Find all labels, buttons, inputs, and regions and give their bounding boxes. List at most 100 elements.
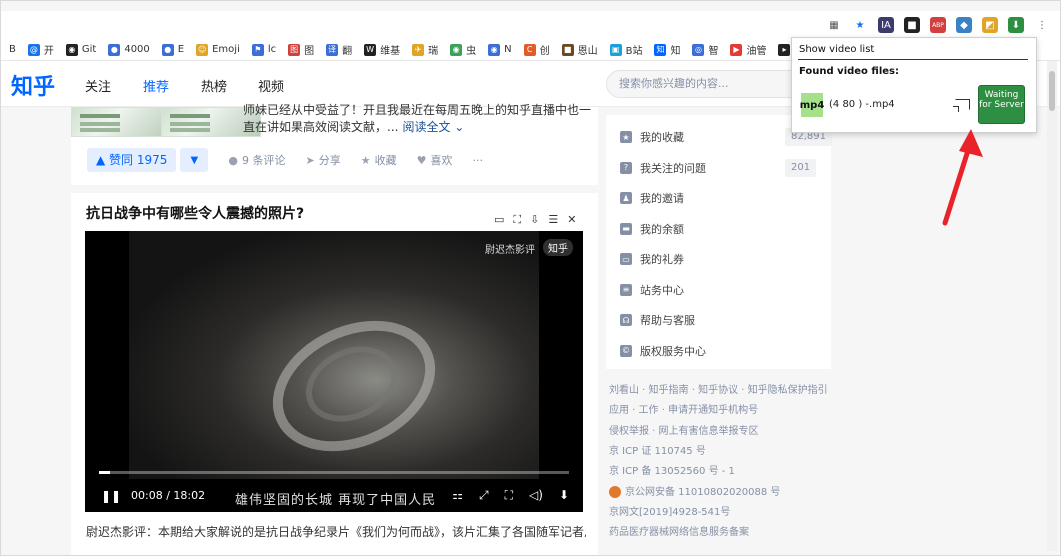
share-button[interactable]: ➤ 分享 — [306, 152, 341, 168]
bookmark-icon: ▣ — [609, 43, 622, 56]
bookmark-label: 瑞 — [428, 46, 439, 57]
bookmark-item[interactable]: ⚑ lc — [251, 43, 276, 56]
star-icon[interactable]: ★ — [852, 17, 868, 33]
sidebar-item[interactable]: © 版权服务中心 — [620, 341, 706, 361]
tab-video[interactable]: 视频 — [258, 76, 284, 95]
video-watermark: 尉迟杰影评 — [485, 245, 535, 256]
footer-link-text: 药品医疗器械网络信息服务备案 — [609, 527, 749, 539]
bookmark-item[interactable]: C创 — [523, 42, 550, 57]
abp-icon[interactable]: ABP — [930, 17, 946, 33]
bookmark-item[interactable]: B — [9, 44, 16, 55]
bookmark-item[interactable]: ◉ Git — [65, 43, 96, 56]
bookmark-item[interactable]: W 维基 — [364, 42, 400, 57]
ia-extension-icon[interactable]: IA — [878, 17, 894, 33]
bookmark-item[interactable]: ● E — [161, 43, 184, 56]
sidebar-item[interactable]: ≡ 站务中心 — [620, 280, 684, 300]
bookmark-item[interactable]: ◉ 虫 — [450, 42, 476, 57]
footer-link-text: 京网文[2019]4928-541号 — [609, 506, 731, 518]
bookmark-item[interactable]: ▶ 油管 — [730, 42, 766, 57]
downvote-button[interactable]: ▼ — [180, 148, 209, 172]
bookmark-item[interactable]: 译翻 — [326, 42, 352, 57]
like-button[interactable]: ♥ 喜欢 — [417, 152, 453, 168]
read-more-link[interactable]: 阅读全文 ⌄ — [402, 120, 464, 134]
sidebar-item[interactable]: ? 我关注的问题 — [620, 158, 706, 178]
bookmark-label: 图 — [304, 46, 315, 57]
cast-icon[interactable] — [953, 99, 970, 112]
close-icon[interactable]: ✕ — [567, 213, 576, 227]
footer-link-line[interactable]: 药品医疗器械网络信息服务备案 — [609, 523, 749, 538]
extension-b-icon[interactable]: ◩ — [982, 17, 998, 33]
bookmark-label: 开 — [43, 46, 54, 57]
scrollbar-thumb[interactable] — [1049, 71, 1055, 111]
bookmark-item[interactable]: ▣ B站 — [609, 42, 642, 57]
answer-description: 尉迟杰影评：本期给大家解说的是抗日战争纪录片《我们为何而战》，该片汇集了各国随军… — [86, 525, 586, 539]
video-progress-bar[interactable] — [99, 471, 569, 474]
bookmark-label: B — [9, 44, 16, 55]
pause-icon[interactable]: ❚❚ — [101, 489, 121, 503]
video-control-icons: ⚏ ⤢ ⛶ ◁) ⬇ — [452, 488, 569, 503]
menu-icon[interactable]: ⋮ — [1034, 17, 1050, 33]
zhihu-logo[interactable]: 知乎 — [11, 69, 55, 101]
bookmark-icon: ▸ — [778, 43, 791, 56]
shield-extension-icon[interactable]: ◆ — [956, 17, 972, 33]
answer-thumbnail[interactable] — [71, 107, 171, 137]
video-file-name[interactable]: (4 80 ) -.mp4 — [829, 99, 895, 110]
bookmark-item[interactable]: ■ 恩山 — [561, 42, 598, 57]
video-player[interactable]: 尉迟杰影评 知乎 ❚❚ 00:08 / 18:02 雄伟坚固的长城 再现了中国人… — [85, 231, 583, 512]
picture-in-picture-icon[interactable]: ⚏ — [452, 488, 463, 503]
bookmark-item[interactable]: ☺ Emoji — [196, 43, 240, 56]
footer-link-line[interactable]: 京 ICP 备 13052560 号 - 1 — [609, 462, 735, 477]
fullscreen-icon[interactable]: ⛶ — [513, 213, 521, 227]
comments-button[interactable]: ● 9 条评论 — [228, 152, 285, 168]
collect-label: 收藏 — [374, 154, 397, 167]
bookmark-item[interactable]: 知知 — [654, 42, 680, 57]
found-files-label: Found video files: — [799, 66, 899, 77]
extension-a-icon[interactable]: ■ — [904, 17, 920, 33]
fullscreen-icon[interactable]: ⛶ — [505, 488, 513, 503]
collect-button[interactable]: ★ 收藏 — [361, 152, 397, 168]
bookmark-item[interactable]: @ 开 — [27, 42, 54, 57]
sidebar-item[interactable]: ▬ 我的余额 — [620, 219, 684, 239]
page-scrollbar[interactable] — [1047, 61, 1057, 551]
bookmark-item[interactable]: ◎ 智 — [692, 42, 718, 57]
show-video-list-link[interactable]: Show video list — [799, 44, 874, 55]
star-icon: ★ — [360, 153, 371, 167]
bookmark-item[interactable]: 图图 — [288, 42, 314, 57]
bookmark-label: 智 — [708, 46, 719, 57]
bookmark-item[interactable]: ◉ N — [488, 43, 512, 56]
more-button[interactable]: ··· — [472, 154, 483, 167]
download-icon[interactable]: ⇩ — [530, 213, 539, 227]
list-icon[interactable]: ☰ — [548, 213, 558, 227]
footer-link-line[interactable]: 侵权举报 · 网上有害信息举报专区 — [609, 422, 759, 437]
video-download-icon[interactable]: ⬇ — [1008, 17, 1024, 33]
footer-link-text: 刘看山 · 知乎指南 · 知乎协议 · 知乎隐私保护指引 — [609, 385, 828, 396]
bookmark-label: 创 — [539, 46, 550, 57]
download-icon[interactable]: ⬇ — [559, 488, 569, 503]
sidebar-item[interactable]: ▭ 我的礼券 — [620, 249, 684, 269]
volume-icon[interactable]: ◁) — [529, 488, 543, 503]
answer-actions: ▲ 赞同 1975 ▼ ● 9 条评论 ➤ 分享 ★ 收藏 ♥ 喜欢 ··· — [87, 148, 483, 172]
qr-code-icon[interactable]: ▦ — [826, 17, 842, 33]
footer-link-line[interactable]: 京 ICP 证 110745 号 — [609, 442, 706, 457]
expand-icon[interactable]: ⤢ — [479, 488, 489, 503]
footer-link-line[interactable]: 刘看山 · 知乎指南 · 知乎协议 · 知乎隐私保护指引 — [609, 381, 828, 396]
bookmark-icon: ✈ — [412, 43, 425, 56]
picture-in-picture-icon[interactable]: ▭ — [494, 213, 504, 227]
sidebar-item[interactable]: ♟ 我的邀请 — [620, 188, 684, 208]
tab-recommend[interactable]: 推荐 — [143, 76, 169, 95]
sidebar-item[interactable]: ★ 我的收藏 — [620, 127, 684, 147]
footer-link-line[interactable]: 京公网安备 11010802020088 号 — [609, 483, 780, 498]
footer-link-line[interactable]: 应用 · 工作 · 申请开通知乎机构号 — [609, 401, 758, 416]
bookmark-item[interactable]: ✈ 瑞 — [412, 42, 438, 57]
footer-link-text: 侵权举报 · 网上有害信息举报专区 — [609, 425, 759, 437]
question-title[interactable]: 抗日战争中有哪些令人震撼的照片? — [86, 203, 304, 223]
share-icon: ➤ — [305, 153, 315, 167]
bookmark-label: 虫 — [466, 46, 477, 57]
footer-link-line[interactable]: 京网文[2019]4928-541号 — [609, 503, 730, 518]
bookmark-icon: ▶ — [730, 43, 743, 56]
tab-hot[interactable]: 热榜 — [201, 76, 227, 95]
tab-follow[interactable]: 关注 — [85, 76, 111, 95]
bookmark-item[interactable]: ● 4000 — [108, 43, 150, 56]
sidebar-item[interactable]: ☊ 帮助与客服 — [620, 310, 695, 330]
upvote-button[interactable]: ▲ 赞同 1975 — [87, 148, 177, 172]
